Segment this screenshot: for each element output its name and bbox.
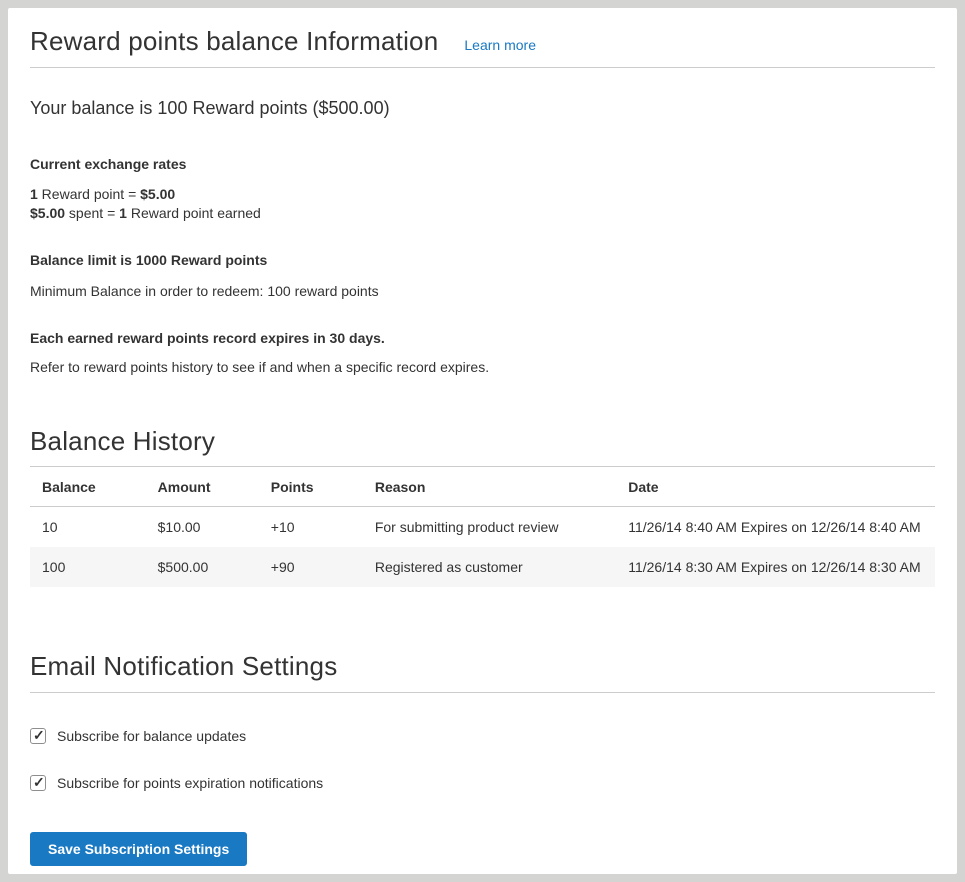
cell-reason: Registered as customer [365,547,618,587]
cell-points: +10 [261,507,365,548]
balance-limit-text: Balance limit is 1000 Reward points [30,252,935,268]
cell-amount: $10.00 [148,507,261,548]
cell-date: 11/26/14 8:40 AM Expires on 12/26/14 8:4… [618,507,935,548]
panel-header: Reward points balance Information Learn … [30,26,935,57]
balance-updates-checkbox[interactable] [30,728,46,744]
exchange-rate-line-1: 1 Reward point = $5.00 [30,185,935,204]
exchange-rates: 1 Reward point = $5.00 $5.00 spent = 1 R… [30,185,935,223]
cell-date: 11/26/14 8:30 AM Expires on 12/26/14 8:3… [618,547,935,587]
column-header-balance: Balance [30,467,148,507]
exchange-rates-heading: Current exchange rates [30,156,935,172]
points-expiration-label[interactable]: Subscribe for points expiration notifica… [57,775,323,791]
column-header-reason: Reason [365,467,618,507]
points-expiration-option: Subscribe for points expiration notifica… [30,775,935,791]
learn-more-link[interactable]: Learn more [464,37,536,53]
table-header-row: Balance Amount Points Reason Date [30,467,935,507]
reward-points-panel: Reward points balance Information Learn … [8,8,957,874]
cell-reason: For submitting product review [365,507,618,548]
minimum-balance-text: Minimum Balance in order to redeem: 100 … [30,283,935,299]
cell-amount: $500.00 [148,547,261,587]
balance-updates-option: Subscribe for balance updates [30,728,935,744]
cell-points: +90 [261,547,365,587]
table-row: 10 $10.00 +10 For submitting product rev… [30,507,935,548]
balance-updates-label[interactable]: Subscribe for balance updates [57,728,246,744]
balance-history-title: Balance History [30,426,935,457]
column-header-points: Points [261,467,365,507]
balance-history-table: Balance Amount Points Reason Date 10 $10… [30,467,935,587]
cell-balance: 10 [30,507,148,548]
table-row: 100 $500.00 +90 Registered as customer 1… [30,547,935,587]
divider [30,692,935,693]
cell-balance: 100 [30,547,148,587]
column-header-amount: Amount [148,467,261,507]
save-subscription-settings-button[interactable]: Save Subscription Settings [30,832,247,866]
column-header-date: Date [618,467,935,507]
exchange-rate-line-2: $5.00 spent = 1 Reward point earned [30,204,935,223]
balance-summary: Your balance is 100 Reward points ($500.… [30,97,935,119]
page-title: Reward points balance Information [30,26,438,57]
points-expiration-checkbox[interactable] [30,775,46,791]
expiration-note-text: Refer to reward points history to see if… [30,359,935,375]
divider [30,67,935,68]
expiration-rule-text: Each earned reward points record expires… [30,330,935,346]
email-settings-title: Email Notification Settings [30,651,935,682]
